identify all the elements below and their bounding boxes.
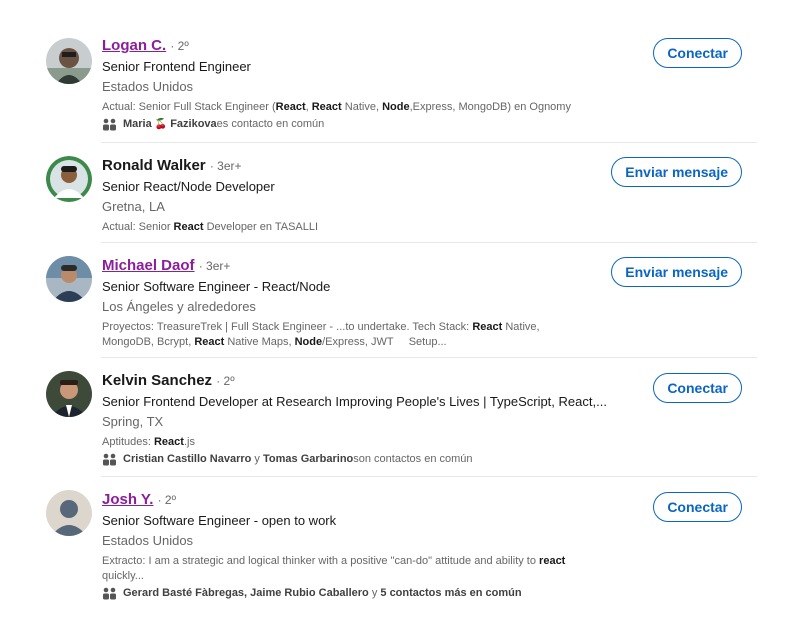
connection-degree: · 3er+ xyxy=(209,159,242,173)
summary: Extracto: I am a strategic and logical t… xyxy=(102,555,566,582)
search-result: Kelvin Sanchez · 2º Senior Frontend Deve… xyxy=(0,358,801,477)
profile-photo-icon xyxy=(46,156,92,202)
default-avatar-icon xyxy=(46,490,92,536)
connection-degree: · 3er+ xyxy=(198,259,231,273)
connect-button[interactable]: Conectar xyxy=(653,373,742,403)
search-result: Ronald Walker · 3er+ Senior React/Node D… xyxy=(0,143,801,243)
connection-degree: · 2º xyxy=(157,493,176,507)
avatar[interactable] xyxy=(46,256,92,302)
profile-name-link[interactable]: Ronald Walker xyxy=(102,157,206,174)
shared-connections[interactable]: Cristian Castillo Navarro y Tomas Garbar… xyxy=(102,452,621,467)
headline: Senior React/Node Developer xyxy=(102,179,275,194)
connect-button[interactable]: Conectar xyxy=(653,38,742,68)
headline: Senior Software Engineer - React/Node xyxy=(102,279,331,294)
message-button[interactable]: Enviar mensaje xyxy=(611,157,742,187)
profile-photo-icon xyxy=(46,371,92,417)
location: Los Ángeles y alrededores xyxy=(102,299,256,314)
location: Gretna, LA xyxy=(102,199,165,214)
summary: Actual: Senior Full Stack Engineer (Reac… xyxy=(102,101,571,113)
summary: Actual: Senior React Developer en TASALL… xyxy=(102,221,319,233)
people-icon xyxy=(103,587,116,600)
profile-name-link[interactable]: Logan C. xyxy=(102,37,166,54)
name-line: Logan C. · 2º xyxy=(102,36,621,56)
avatar[interactable] xyxy=(46,371,92,417)
profile-name-link[interactable]: Kelvin Sanchez xyxy=(102,372,212,389)
connection-degree: · 2º xyxy=(216,374,235,388)
profile-name-link[interactable]: Josh Y. xyxy=(102,491,153,508)
shared-connections[interactable]: Gerard Basté Fàbregas, Jaime Rubio Cabal… xyxy=(102,586,621,601)
profile-name-link[interactable]: Michael Daof xyxy=(102,257,195,274)
profile-photo-icon xyxy=(46,256,92,302)
people-icon xyxy=(103,453,116,466)
location: Estados Unidos xyxy=(102,79,194,94)
message-button[interactable]: Enviar mensaje xyxy=(611,257,742,287)
shared-connections[interactable]: Maria 🍒 Fazikova es contacto en común xyxy=(102,117,621,132)
headline: Senior Software Engineer - open to work xyxy=(102,513,337,528)
connect-button[interactable]: Conectar xyxy=(653,492,742,522)
connection-degree: · 2º xyxy=(170,39,189,53)
search-result: Logan C. · 2º Senior Frontend Engineer E… xyxy=(0,30,801,143)
cherry-emoji: 🍒 xyxy=(154,119,168,130)
name-line: Ronald Walker · 3er+ xyxy=(102,156,621,176)
name-line: Josh Y. · 2º xyxy=(102,490,621,510)
avatar[interactable] xyxy=(46,38,92,84)
location: Estados Unidos xyxy=(102,533,194,548)
name-line: Michael Daof · 3er+ xyxy=(102,256,621,276)
summary: Proyectos: TreasureTrek | Full Stack Eng… xyxy=(102,321,540,348)
profile-photo-icon xyxy=(46,38,92,84)
headline: Senior Frontend Developer at Research Im… xyxy=(102,394,607,409)
summary: Aptitudes: React.js xyxy=(102,436,195,448)
headline: Senior Frontend Engineer xyxy=(102,59,251,74)
avatar[interactable] xyxy=(46,156,92,202)
search-result: Josh Y. · 2º Senior Software Engineer - … xyxy=(0,477,801,607)
people-icon xyxy=(103,118,116,131)
avatar[interactable] xyxy=(46,490,92,536)
name-line: Kelvin Sanchez · 2º xyxy=(102,371,621,391)
search-result: Michael Daof · 3er+ Senior Software Engi… xyxy=(0,243,801,358)
location: Spring, TX xyxy=(102,414,164,429)
